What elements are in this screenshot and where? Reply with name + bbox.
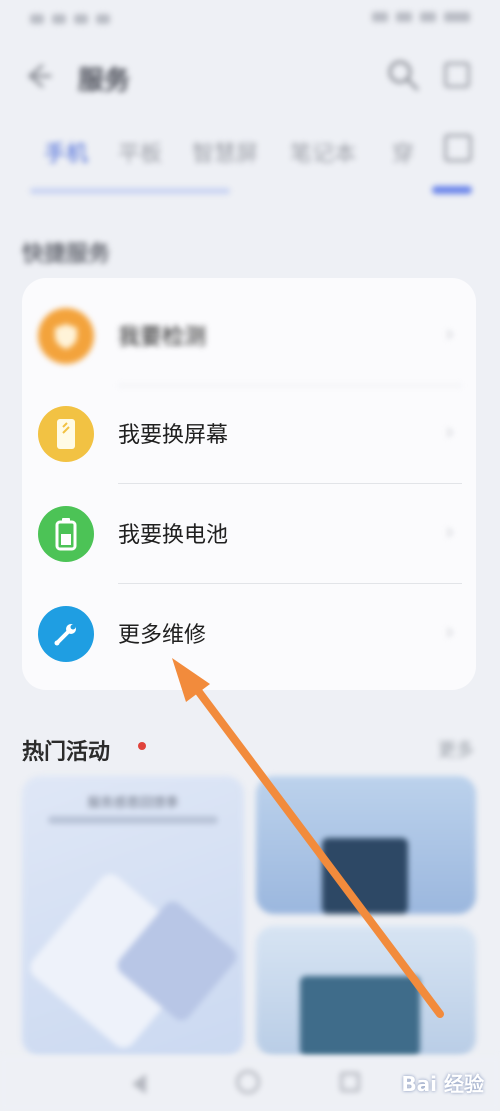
list-item-more-repair[interactable]: 更多维修 ›	[22, 584, 476, 684]
promo-subtitle	[48, 816, 218, 824]
tab-phone[interactable]: 手机	[44, 136, 88, 168]
nav-recent-icon[interactable]	[340, 1072, 360, 1092]
status-bar	[0, 0, 500, 40]
chevron-right-icon: ›	[445, 322, 454, 347]
tab-wearable[interactable]: 穿	[392, 136, 414, 168]
watermark: Bai 经验	[401, 1072, 484, 1096]
list-item-label: 更多维修	[118, 623, 207, 648]
top-app-bar: 服务	[0, 48, 500, 104]
status-icons-left	[30, 12, 140, 26]
list-item-battery[interactable]: 我要换电池 ›	[22, 484, 476, 584]
list-item-label: 我要换屏幕	[118, 423, 229, 448]
promo-banner-bottom-right[interactable]	[256, 926, 476, 1056]
chevron-right-icon: ›	[445, 420, 454, 445]
tab-indicator-dot	[432, 186, 472, 194]
hot-more-link[interactable]: 更多	[438, 736, 474, 762]
chevron-right-icon: ›	[445, 520, 454, 545]
list-item-check[interactable]: 我要检测 ›	[22, 286, 476, 386]
back-arrow-icon[interactable]	[20, 58, 56, 94]
chevron-right-icon: ›	[445, 620, 454, 645]
page-title: 服务	[78, 66, 131, 96]
battery-icon	[38, 506, 94, 562]
promo-title: 服务感恩回馈季	[87, 796, 179, 811]
repair-card: 我要检测 › 我要换屏幕 › 我要换电池 › 更多维修 ›	[22, 278, 476, 690]
promo-phone-image	[322, 838, 408, 914]
list-item-screen[interactable]: 我要换屏幕 ›	[22, 384, 476, 484]
tab-laptop[interactable]: 笔记本	[290, 136, 356, 168]
hot-activities-title: 热门活动	[22, 740, 111, 765]
notification-dot	[138, 742, 146, 750]
search-icon[interactable]	[384, 56, 422, 94]
phone-screen-icon	[38, 406, 94, 462]
promo-banner-top-right[interactable]	[256, 776, 476, 914]
more-icon[interactable]	[444, 62, 470, 88]
promo-screen-image	[300, 976, 420, 1056]
nav-home-icon[interactable]	[236, 1070, 260, 1094]
tab-indicator	[30, 188, 230, 194]
tab-tablet[interactable]: 平板	[118, 136, 162, 168]
category-tabs: 手机 平板 智慧屏 笔记本 穿	[0, 128, 500, 174]
tab-smart-screen[interactable]: 智慧屏	[192, 136, 258, 168]
status-icons-right	[372, 12, 470, 22]
nav-back-icon[interactable]	[132, 1074, 146, 1094]
list-item-label: 我要检测	[118, 325, 207, 350]
shield-icon	[38, 308, 94, 364]
wrench-icon	[38, 606, 94, 662]
section-title: 快捷服务	[22, 242, 111, 267]
list-item-label: 我要换电池	[118, 523, 229, 548]
promo-banner-left[interactable]: 服务感恩回馈季	[22, 776, 244, 1056]
tabs-grid-icon[interactable]	[444, 134, 472, 162]
